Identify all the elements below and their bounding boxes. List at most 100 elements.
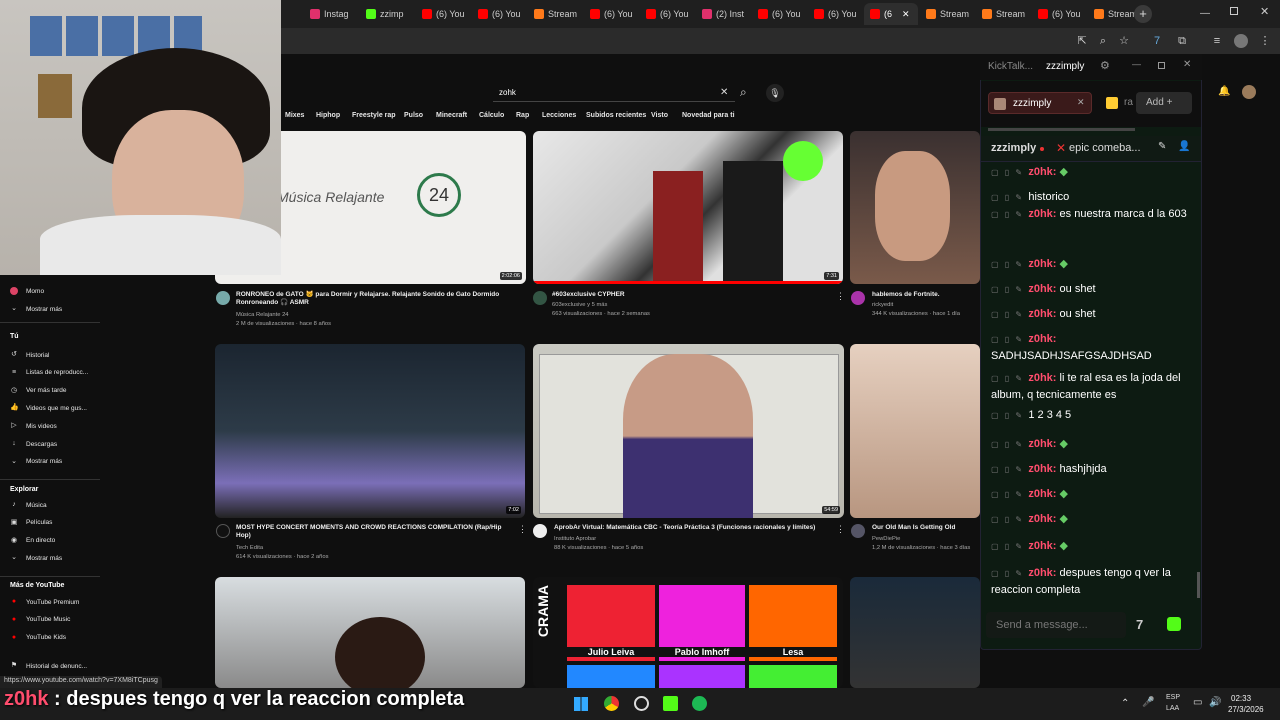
filter-chip[interactable]: Novedad para ti [679,112,738,124]
kick-app-icon[interactable] [663,696,678,711]
video-title[interactable]: Our Old Man Is Getting Old [872,524,980,532]
browser-tab[interactable]: Stream [920,3,974,25]
chat-username[interactable]: z0hk: [1028,208,1056,220]
filter-chip[interactable]: Rap [513,112,532,124]
channel-avatar[interactable] [533,291,547,305]
bookmark-star-icon[interactable]: ☆ [1117,34,1131,48]
video-channel[interactable]: Instituto Aprobar [554,535,596,544]
video-thumbnail-5[interactable]: 54:59 [533,344,844,518]
close-tab-icon[interactable]: ✕ [1077,97,1085,108]
tray-chevron-icon[interactable]: ⌃ [1121,698,1129,709]
chat-username[interactable]: z0hk: [1028,333,1056,345]
sidebar-item[interactable]: ◷ Ver más tarde [10,384,67,398]
sidebar-item[interactable]: ↓ Descargas [10,437,57,451]
chat-message[interactable]: ▢ ▯ ✎ z0hk: ou shet [991,306,1187,323]
zoom-icon[interactable]: ⌕ [1096,34,1110,48]
browser-tab[interactable]: (6 ✕ [864,3,918,25]
clear-search-icon[interactable]: ✕ [720,87,728,98]
chat-username[interactable]: z0hk: [1028,308,1056,320]
chat-username[interactable]: z0hk: [1028,540,1056,552]
message-input[interactable]: Send a message... [986,612,1126,638]
sidebar-item[interactable]: ● YouTube Kids [10,631,66,645]
filter-chip[interactable]: Subidos recientes [583,112,649,124]
spotify-icon[interactable] [692,696,707,711]
chat-message[interactable]: ▢ ▯ ✎ z0hk: ◆ [991,486,1187,503]
sidebar-heading-tu[interactable]: Tú [10,333,19,340]
chat-scrollbar[interactable] [1197,572,1200,598]
reading-list-icon[interactable]: ≡ [1210,34,1224,48]
video-thumbnail-6[interactable] [850,344,980,518]
channel-avatar[interactable] [533,524,547,538]
filter-chip[interactable]: Mixes [282,112,307,124]
video-channel[interactable]: 603exclusive y 5 más [552,301,607,310]
settings-gear-icon[interactable]: ⚙ [1100,59,1110,72]
chat-username[interactable]: z0hk: [1028,513,1056,525]
language-bottom[interactable]: LAA [1166,705,1179,712]
mic-icon[interactable]: 🎤 [1142,697,1154,708]
chat-message[interactable]: ▢ ▯ ✎ historico [991,189,1187,206]
extensions-icon[interactable]: ⧉ [1175,34,1189,48]
header-username[interactable]: zzzimply [991,142,1036,154]
video-channel[interactable]: Música Relajante 24 [236,311,289,320]
volume-icon[interactable]: 🔊 [1209,697,1221,708]
tab-scrollbar[interactable] [988,128,1135,131]
filter-chip[interactable]: Pulso [401,112,426,124]
obs-icon[interactable] [634,696,649,711]
language-top[interactable]: ESP [1166,694,1180,701]
video-title[interactable]: AprobAr Virtual: Matemática CBC - Teoría… [554,524,829,532]
sidebar-item[interactable]: ● YouTube Premium [10,595,79,609]
video-thumbnail-8[interactable]: CRAMA Julio Leiva Pablo Imhoff Lesa [533,577,843,688]
search-input[interactable]: zohk [493,84,735,102]
chrome-icon[interactable] [604,696,619,711]
notifications-icon[interactable]: 🔔 [1218,86,1230,97]
channel-avatar[interactable] [851,524,865,538]
maximize-icon[interactable] [1158,62,1165,69]
sidebar-item-momo[interactable]: Momo [10,284,44,298]
chat-message[interactable]: ▢ ▯ ✎ z0hk: hashjhjda [991,461,1187,478]
filter-chip[interactable]: Visto [648,112,671,124]
channel-avatar[interactable] [216,291,230,305]
close-window-icon[interactable]: ✕ [1260,5,1269,18]
browser-tab[interactable]: Stream [528,3,582,25]
search-icon[interactable]: ⌕ [740,85,747,100]
close-tab-icon[interactable]: ✕ [902,9,910,20]
video-title[interactable]: MOST HYPE CONCERT MOMENTS AND CROWD REAC… [236,524,511,540]
browser-tab[interactable]: (6) You [584,3,638,25]
more-options-icon[interactable]: ⋮ [836,524,845,535]
video-channel[interactable]: rickyedit [872,301,893,310]
channel-avatar[interactable] [216,524,230,538]
filter-chip[interactable]: Hiphop [313,112,343,124]
sidebar-item[interactable]: ◉ En directo [10,534,55,548]
minimize-icon[interactable]: — [1132,59,1141,69]
browser-tab[interactable]: Stream [976,3,1030,25]
new-tab-button[interactable]: + [1134,5,1152,23]
browser-tab[interactable]: (6) You [752,3,806,25]
sidebar-item[interactable]: ⌄ Mostrar más [10,551,62,565]
chat-message[interactable]: ▢ ▯ ✎ 1 2 3 4 5 [991,407,1187,424]
chat-username[interactable]: z0hk: [1028,372,1056,384]
chat-message[interactable]: ▢ ▯ ✎ z0hk: despues tengo q ver la reacc… [991,565,1187,599]
filter-chip[interactable]: Lecciones [539,112,579,124]
clock-date[interactable]: 27/3/2026 [1228,705,1264,714]
chat-message[interactable]: ▢ ▯ ✎ z0hk: ou shet [991,281,1187,298]
sidebar-item[interactable]: ⌄ Mostrar más [10,455,62,469]
sidebar-item[interactable]: ≡ Listas de reproducc... [10,366,88,380]
video-channel[interactable]: Tech Edita [236,544,263,553]
chat-username[interactable]: z0hk: [1028,463,1056,475]
filter-chip[interactable]: Cálculo [476,112,507,124]
video-channel[interactable]: PewDiePie [872,535,900,544]
more-options-icon[interactable]: ⋮ [836,291,845,302]
video-title[interactable]: #603exclusive CYPHER [552,291,822,299]
menu-kebab-icon[interactable]: ⋮ [1258,34,1272,48]
sidebar-item[interactable]: 👍 Videos que me gus... [10,401,87,415]
chat-message[interactable]: ▢ ▯ ✎ z0hk: ◆ [991,256,1187,273]
chat-tab-second[interactable]: ra [1100,92,1140,114]
video-thumbnail-3[interactable] [850,131,980,284]
sidebar-item[interactable]: ● YouTube Music [10,613,70,627]
browser-tab[interactable]: (6) You [472,3,526,25]
filter-chip[interactable]: Minecraft [433,112,470,124]
chat-username[interactable]: z0hk: [1028,258,1056,270]
kicktalk-emote-icon[interactable]: 7 [1136,617,1143,632]
filter-chip[interactable]: Freestyle rap [349,112,399,124]
sidebar-item[interactable]: ▣ Películas [10,516,53,530]
